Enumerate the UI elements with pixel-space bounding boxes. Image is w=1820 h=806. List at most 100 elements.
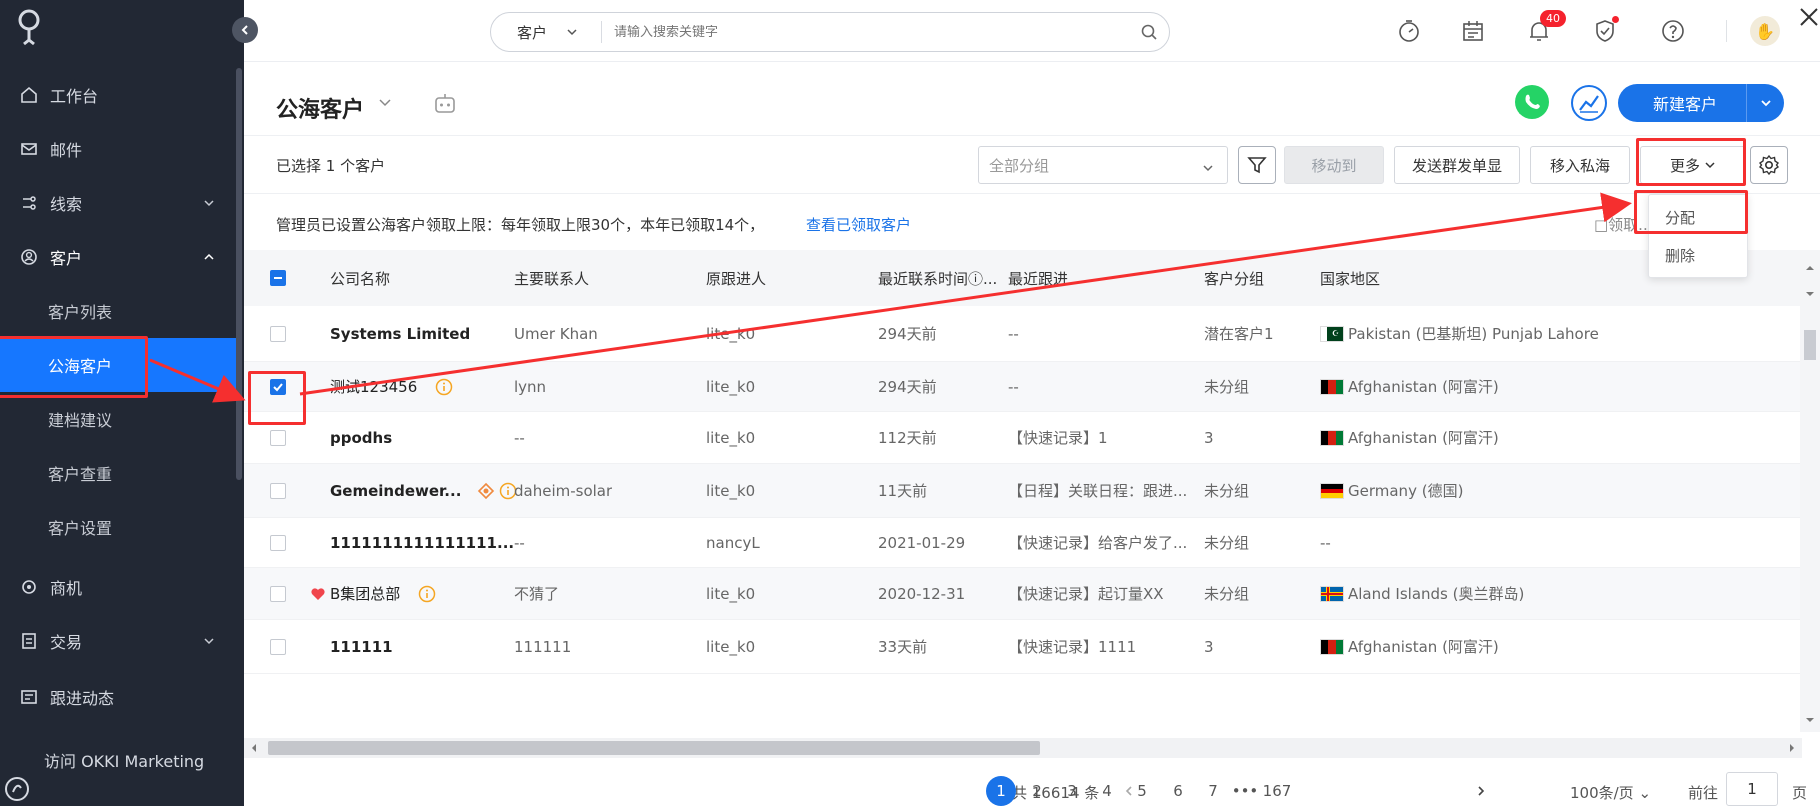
- cell-company[interactable]: Systems Limited: [330, 306, 470, 361]
- page-number[interactable]: 6: [1163, 776, 1193, 806]
- col-contact[interactable]: 主要联系人: [514, 250, 589, 306]
- move-to-private-button[interactable]: 移入私海: [1530, 146, 1630, 184]
- arrow-left-icon[interactable]: [244, 738, 264, 758]
- sidebar-item-workbench[interactable]: 工作台: [0, 68, 236, 122]
- company-name[interactable]: 1111111111111111...: [330, 534, 514, 552]
- cell-company[interactable]: 测试123456: [330, 362, 453, 411]
- arrow-down-icon[interactable]: [1800, 284, 1820, 304]
- sidebar-sub-suggestions[interactable]: 建档建议: [0, 392, 236, 446]
- select-all-checkbox[interactable]: [270, 270, 286, 286]
- sidebar-item-leads[interactable]: 线索: [0, 176, 236, 230]
- row-checkbox[interactable]: [270, 586, 286, 602]
- bell-icon[interactable]: 40: [1524, 10, 1566, 46]
- scrollbar-thumb[interactable]: [1804, 330, 1816, 360]
- row-checkbox[interactable]: [270, 379, 286, 395]
- table-row[interactable]: Systems Limited Umer Khan lite_k0 294天前 -- 潜在…: [244, 306, 1804, 362]
- arrow-up-icon[interactable]: [1800, 258, 1820, 278]
- table-row[interactable]: B集团总部 不猜了 lite_k0 2020-12-31 【快速记录】起订量XX 未分组 A…: [244, 568, 1804, 620]
- table-row[interactable]: 1111111111111111... -- nancyL 2021-01-29 【快速…: [244, 518, 1804, 568]
- page-number[interactable]: 7: [1198, 776, 1228, 806]
- collapse-sidebar-button[interactable]: [232, 17, 258, 43]
- page-size-select[interactable]: 100条/页 ⌄: [1570, 782, 1651, 803]
- menu-item-assign[interactable]: 分配: [1665, 207, 1695, 228]
- row-checkbox[interactable]: [270, 639, 286, 655]
- search-scope-select[interactable]: 客户: [491, 22, 601, 43]
- okki-marketing-link[interactable]: 访问 OKKI Marketing: [44, 748, 204, 772]
- cell-company[interactable]: 111111: [330, 620, 393, 673]
- cell-company[interactable]: ppodhs: [330, 412, 392, 463]
- broadcast-button[interactable]: 发送群发单显: [1394, 146, 1520, 184]
- arrow-right-icon[interactable]: [1782, 738, 1802, 758]
- table-horizontal-scrollbar[interactable]: [244, 738, 1802, 758]
- page-number[interactable]: 3: [1057, 776, 1087, 806]
- arrow-down-icon[interactable]: [1800, 710, 1820, 730]
- sidebar-item-opportunity[interactable]: 商机: [0, 560, 236, 614]
- column-settings-button[interactable]: [1750, 146, 1788, 184]
- page-number[interactable]: 5: [1127, 776, 1157, 806]
- page-ellipsis[interactable]: •••: [1230, 776, 1260, 806]
- col-last-follow[interactable]: 最近跟进: [1008, 250, 1068, 306]
- company-name[interactable]: Systems Limited: [330, 325, 470, 343]
- sidebar-item-customer[interactable]: 客户: [0, 230, 236, 284]
- move-to-button[interactable]: 移动到: [1284, 146, 1384, 184]
- row-checkbox[interactable]: [270, 430, 286, 446]
- new-customer-dropdown[interactable]: [1747, 96, 1784, 110]
- sidebar-sub-dedupe[interactable]: 客户查重: [0, 446, 236, 500]
- table-row[interactable]: Gemeindewer... daheim-solar lite_k0 11天前 【日程…: [244, 464, 1804, 518]
- cell-company[interactable]: B集团总部: [330, 568, 436, 619]
- page-number[interactable]: 4: [1092, 776, 1122, 806]
- row-checkbox[interactable]: [270, 535, 286, 551]
- goto-page-input[interactable]: [1726, 772, 1778, 806]
- sidebar-item-followup[interactable]: 跟进动态: [0, 670, 236, 724]
- more-button[interactable]: 更多: [1640, 146, 1746, 184]
- robot-icon[interactable]: [432, 90, 458, 116]
- calendar-icon[interactable]: [1458, 16, 1488, 46]
- page-number[interactable]: 1: [986, 776, 1016, 806]
- page-number[interactable]: 2: [1022, 776, 1052, 806]
- company-name[interactable]: 测试123456: [330, 376, 417, 397]
- row-checkbox[interactable]: [270, 326, 286, 342]
- table-row[interactable]: ppodhs -- lite_k0 112天前 【快速记录】1 3 Afghanistan …: [244, 412, 1804, 464]
- info-icon[interactable]: [435, 378, 453, 396]
- table-row[interactable]: 测试123456 lynn lite_k0 294天前 -- 未分组 Afghanistan…: [244, 362, 1804, 412]
- row-checkbox[interactable]: [270, 483, 286, 499]
- menu-item-delete[interactable]: 删除: [1665, 245, 1695, 266]
- heart-icon[interactable]: [310, 586, 326, 602]
- whatsapp-icon[interactable]: [1512, 82, 1552, 122]
- new-customer-button[interactable]: 新建客户: [1618, 84, 1784, 122]
- company-name[interactable]: ppodhs: [330, 429, 392, 447]
- shield-icon[interactable]: [1590, 16, 1620, 46]
- help-circle-icon[interactable]: [2, 774, 32, 804]
- search-icon[interactable]: [1129, 23, 1169, 41]
- trend-chart-icon[interactable]: [1570, 84, 1608, 122]
- timer-icon[interactable]: [1394, 16, 1424, 46]
- cell-company[interactable]: 1111111111111111...: [330, 518, 514, 567]
- sidebar-item-deal[interactable]: 交易: [0, 614, 236, 668]
- company-name[interactable]: 111111: [330, 638, 393, 656]
- chevron-down-icon[interactable]: [377, 94, 393, 110]
- sidebar-sub-public-pool[interactable]: 公海客户: [0, 338, 236, 392]
- scrollbar-thumb[interactable]: [268, 741, 1040, 755]
- sidebar-sub-customer-list[interactable]: 客户列表: [0, 284, 236, 338]
- avatar[interactable]: ✋: [1750, 16, 1780, 46]
- col-company[interactable]: 公司名称: [330, 250, 390, 306]
- table-row[interactable]: 111111 111111 lite_k0 33天前 【快速记录】1111 3 Afghan…: [244, 620, 1804, 674]
- company-name[interactable]: B集团总部: [330, 583, 400, 604]
- table-vertical-scrollbar[interactable]: [1800, 250, 1820, 732]
- sidebar-sub-settings[interactable]: 客户设置: [0, 500, 236, 554]
- company-name[interactable]: Gemeindewer...: [330, 482, 461, 500]
- page-number[interactable]: 167: [1262, 776, 1292, 806]
- search-input[interactable]: [614, 24, 1129, 40]
- col-last-contact[interactable]: 最近联系时间ⓘ...: [878, 250, 1008, 306]
- filter-button[interactable]: [1238, 146, 1276, 184]
- view-claimed-link[interactable]: 查看已领取客户: [806, 214, 911, 235]
- next-page-button[interactable]: [1466, 776, 1496, 806]
- info-icon[interactable]: [418, 585, 436, 603]
- sidebar-item-mail[interactable]: 邮件: [0, 122, 236, 176]
- col-country[interactable]: 国家地区: [1320, 250, 1380, 306]
- col-group[interactable]: 客户分组: [1204, 250, 1264, 306]
- help-icon[interactable]: [1658, 16, 1688, 46]
- group-select[interactable]: 全部分组: [978, 146, 1228, 184]
- col-owner[interactable]: 原跟进人: [706, 250, 766, 306]
- cell-company[interactable]: Gemeindewer...: [330, 464, 517, 517]
